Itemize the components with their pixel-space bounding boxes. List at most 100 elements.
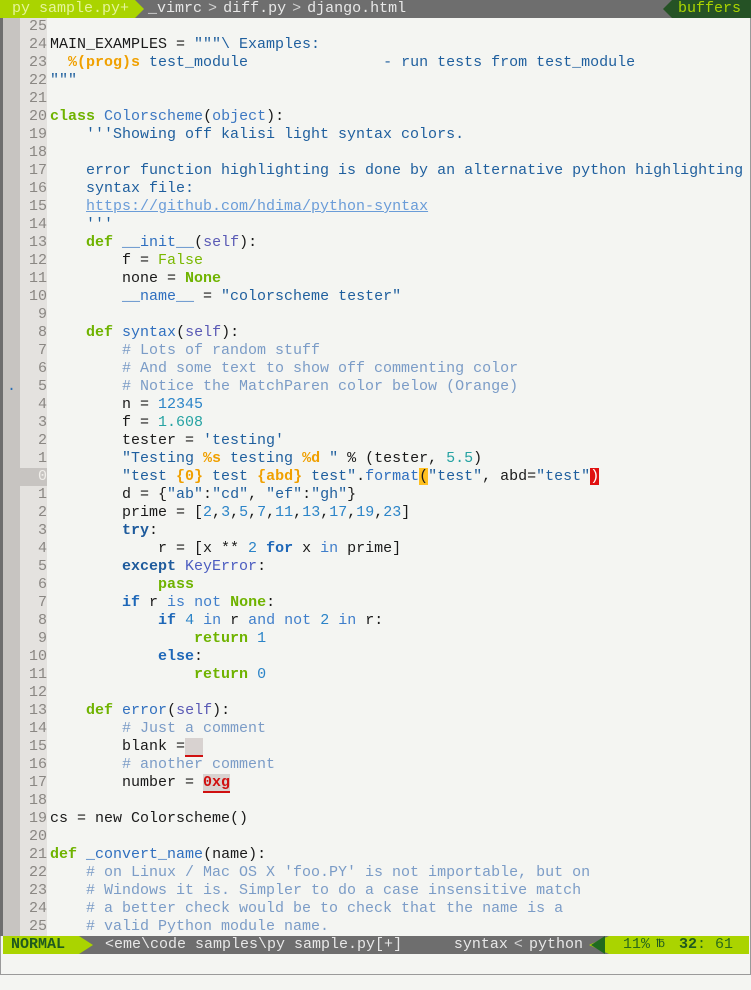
sign-column (3, 468, 20, 486)
code-line[interactable]: 8 if 4 in r and not 2 in r: (3, 612, 749, 630)
code-line[interactable]: 23 # Windows it is. Simpler to do a case… (3, 882, 749, 900)
tab-django-html[interactable]: django.html (303, 0, 410, 18)
status-separator-icon: < (513, 936, 523, 953)
code-line[interactable]: 22 # on Linux / Mac OS X 'foo.PY' is not… (3, 864, 749, 882)
sign-column (3, 198, 20, 216)
code-line[interactable]: 13 def __init__(self): (3, 234, 749, 252)
code-line[interactable]: 21 def _convert_name(name): (3, 846, 749, 864)
code-line[interactable]: 4 n = 12345 (3, 396, 749, 414)
code-line[interactable]: 19 cs = new Colorscheme() (3, 810, 749, 828)
code-line[interactable]: 2 tester = 'testing' (3, 432, 749, 450)
line-number: 25 (20, 18, 47, 36)
buffers-indicator[interactable]: buffers (662, 0, 751, 18)
sign-column (3, 522, 20, 540)
sign-column (3, 684, 20, 702)
scroll-percent: 11% (622, 936, 650, 953)
code-line[interactable]: 2 prime = [2,3,5,7,11,13,17,19,23] (3, 504, 749, 522)
line-content: # another comment (47, 756, 749, 774)
code-line[interactable]: 10 __name__ = "colorscheme tester" (3, 288, 749, 306)
code-line[interactable]: 20 (3, 828, 749, 846)
sign-column (3, 72, 20, 90)
code-line[interactable]: 7 if r is not None: (3, 594, 749, 612)
code-line[interactable]: 7 # Lots of random stuff (3, 342, 749, 360)
code-token: and (248, 612, 276, 629)
line-content: # Notice the MatchParen color below (Ora… (47, 378, 749, 396)
current-line[interactable]: 0 "test {0} test {abd} test".format("tes… (3, 468, 749, 486)
code-token: , (248, 504, 258, 521)
code-line[interactable]: 16 # another comment (3, 756, 749, 774)
code-line[interactable]: 11 none = None (3, 270, 749, 288)
code-line[interactable]: 19 '''Showing off kalisi light syntax co… (3, 126, 749, 144)
tab-vimrc[interactable]: _vimrc (144, 0, 206, 18)
code-token: " (320, 450, 339, 467)
code-line[interactable]: 5 except KeyError: (3, 558, 749, 576)
code-line[interactable]: 18 (3, 792, 749, 810)
code-line[interactable]: 13 def error(self): (3, 702, 749, 720)
code-line[interactable]: .5 # Notice the MatchParen color below (… (3, 378, 749, 396)
code-line[interactable]: 14 ''' (3, 216, 749, 234)
tab-diff-py[interactable]: diff.py (219, 0, 290, 18)
line-number: 21 (20, 846, 47, 864)
code-token: error function highlighting is done by a… (50, 162, 744, 179)
code-line[interactable]: 20 class Colorscheme(object): (3, 108, 749, 126)
code-token: Colorscheme (104, 108, 204, 125)
line-content: prime = [2,3,5,7,11,13,17,19,23] (47, 504, 749, 522)
sign-column (3, 648, 20, 666)
code-line[interactable]: 22 """ (3, 72, 749, 90)
code-token: tester = (50, 432, 204, 449)
code-line[interactable]: 24 # a better check would be to check th… (3, 900, 749, 918)
code-line[interactable]: 6 # And some text to show off commenting… (3, 360, 749, 378)
code-line[interactable]: 17 number = 0xg (3, 774, 749, 793)
url-link[interactable]: https://github.com/hdima/python-syntax (86, 198, 428, 215)
code-line[interactable]: 11 return 0 (3, 666, 749, 684)
code-line[interactable]: 10 else: (3, 648, 749, 666)
code-line[interactable]: 17 error function highlighting is done b… (3, 162, 749, 180)
code-token: %s (203, 450, 222, 467)
line-number: 12 (20, 252, 47, 270)
tab-active[interactable]: py sample.py+ (0, 0, 136, 18)
code-line[interactable]: 25 # valid Python module name. (3, 918, 749, 936)
line-number: 6 (20, 360, 47, 378)
code-line[interactable]: 23 %(prog)s test_module - run tests from… (3, 54, 749, 72)
comment-text: # another comment (50, 756, 276, 773)
code-token: r (140, 594, 168, 611)
code-token: prime] (338, 540, 402, 557)
code-token: . (356, 468, 366, 485)
code-token: testing (221, 450, 303, 467)
code-line[interactable]: 6 pass (3, 576, 749, 594)
code-line[interactable]: 9 (3, 306, 749, 324)
code-line[interactable]: 12 (3, 684, 749, 702)
line-number: 17 (20, 774, 47, 792)
line-content: # on Linux / Mac OS X 'foo.PY' is not im… (47, 864, 749, 882)
code-line[interactable]: 15 https://github.com/hdima/python-synta… (3, 198, 749, 216)
line-content: except KeyError: (47, 558, 749, 576)
code-token: {abd} (257, 468, 303, 485)
code-token: f = (50, 414, 159, 431)
code-token: if (122, 594, 141, 611)
code-line[interactable]: 18 (3, 144, 749, 162)
code-token: ): (221, 324, 240, 341)
line-number: 7 (20, 594, 47, 612)
code-line[interactable]: 4 r = [x ** 2 for x in prime] (3, 540, 749, 558)
editor-buffer[interactable]: 25 24 MAIN_EXAMPLES = """\ Examples: 23 %(p… (3, 18, 749, 936)
comment-text: # valid Python module name. (50, 918, 330, 935)
code-line[interactable]: 25 (3, 18, 749, 36)
code-line[interactable]: 3 f = 1.608 (3, 414, 749, 432)
code-line[interactable]: 9 return 1 (3, 630, 749, 648)
line-number: 9 (20, 630, 47, 648)
code-line[interactable]: 14 # Just a comment (3, 720, 749, 738)
code-line[interactable]: 8 def syntax(self): (3, 324, 749, 342)
code-line[interactable]: 12 f = False (3, 252, 749, 270)
code-line[interactable]: 3 try: (3, 522, 749, 540)
code-line[interactable]: 24 MAIN_EXAMPLES = """\ Examples: (3, 36, 749, 54)
tab-separator-icon: > (208, 0, 218, 17)
code-line[interactable]: 21 (3, 90, 749, 108)
line-content (47, 792, 749, 810)
code-line[interactable]: 1 "Testing %s testing %d " % (tester, 5.… (3, 450, 749, 468)
code-line[interactable]: 15 blank = (3, 738, 749, 757)
code-line[interactable]: 1 d = {"ab":"cd", "ef":"gh"} (3, 486, 749, 504)
code-line[interactable]: 16 syntax file: (3, 180, 749, 198)
